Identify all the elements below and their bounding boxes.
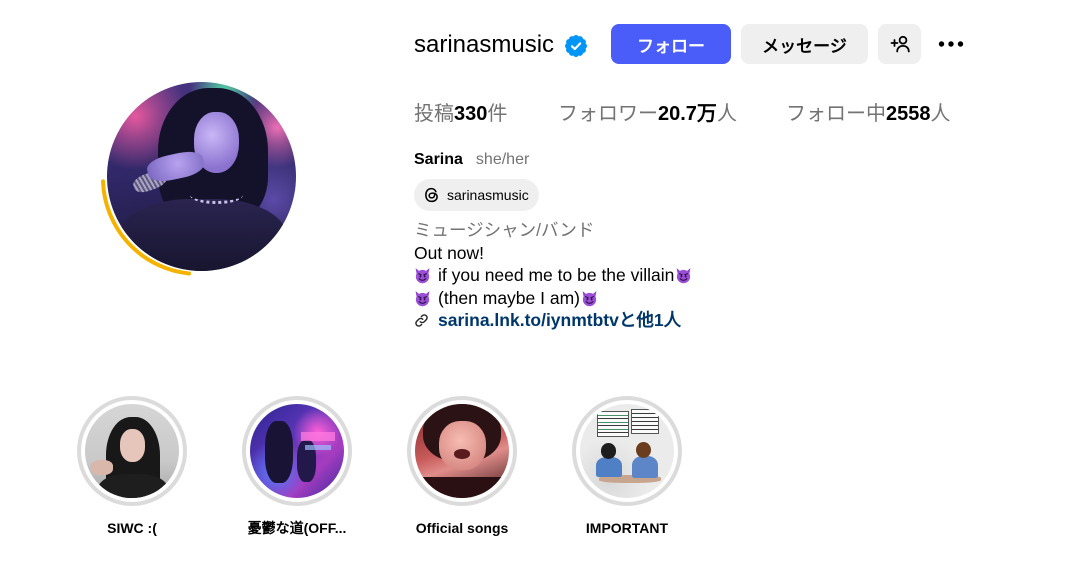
highlight-ring	[77, 396, 187, 506]
stat-label: 投稿	[414, 103, 454, 125]
followers-link[interactable]: フォロワー20.7万人	[558, 101, 737, 127]
pronouns: she/her	[475, 151, 530, 168]
smiling-face-with-horns-icon	[675, 267, 692, 284]
threads-icon	[425, 187, 438, 203]
add-person-icon	[890, 35, 910, 53]
stat-label: フォロー中	[786, 103, 886, 125]
smiling-face-with-horns-icon	[414, 267, 431, 284]
follow-button[interactable]: フォロー	[611, 24, 731, 64]
smiling-face-with-horns-icon	[414, 290, 431, 307]
highlight-label: SIWC :(	[107, 520, 157, 536]
story-highlight[interactable]: 憂鬱な道(OFF...	[242, 396, 352, 541]
cover-image-part	[300, 432, 335, 441]
suggest-accounts-button[interactable]	[878, 24, 921, 64]
bio-link-text: sarina.lnk.to/iynmtbtvと他1人	[438, 310, 682, 330]
profile-avatar[interactable]	[107, 82, 296, 271]
profile-page: sarinasmusic フォロー メッセージ 投稿330件 フォロワー20.7…	[0, 0, 1073, 568]
highlight-ring	[242, 396, 352, 506]
story-highlight[interactable]: Official songs	[407, 396, 517, 541]
highlight-label: IMPORTANT	[585, 520, 669, 536]
cover-image-part	[98, 473, 168, 498]
cover-image-part	[596, 410, 629, 437]
cover-image-part	[415, 477, 509, 498]
stat-value: 2558	[886, 103, 931, 125]
cover-image-part	[631, 455, 658, 479]
following-link[interactable]: フォロー中2558人	[786, 101, 951, 127]
cover-image-part	[595, 456, 623, 478]
stat-value: 20.7万	[658, 103, 717, 125]
bio-text: (then maybe I am)	[438, 287, 580, 308]
link-icon	[415, 313, 428, 327]
name-row: Sarina she/her	[414, 150, 529, 170]
more-options-icon	[938, 41, 964, 47]
threads-handle: sarinasmusic	[447, 187, 529, 203]
bio-line: if you need me to be the villain	[414, 264, 692, 287]
bio-link[interactable]: sarina.lnk.to/iynmtbtvと他1人	[414, 309, 692, 332]
highlight-cover-image	[415, 404, 509, 498]
display-name: Sarina	[414, 151, 463, 168]
highlight-ring	[407, 396, 517, 506]
stat-suffix: 人	[930, 103, 951, 125]
more-options-button[interactable]	[932, 28, 970, 60]
stat-suffix: 件	[487, 103, 508, 125]
stat-suffix: 人	[716, 103, 737, 125]
bio: ミュージシャン/バンド Out now! if you need me to b…	[414, 219, 692, 332]
bio-text: if you need me to be the villain	[438, 265, 675, 285]
cover-image-part	[630, 408, 659, 435]
cover-image-part	[119, 429, 146, 463]
highlight-label: 憂鬱な道(OFF...	[247, 520, 347, 536]
stat-label: フォロワー	[558, 103, 658, 125]
cover-image-part	[454, 449, 470, 459]
cover-image-part	[438, 420, 486, 470]
stat-value: 330	[454, 103, 488, 125]
verified-badge-icon	[565, 35, 587, 57]
highlight-cover-image	[250, 404, 344, 498]
highlight-cover-image	[580, 404, 674, 498]
cover-image-part	[600, 443, 616, 459]
cover-image-part	[304, 445, 331, 451]
highlight-ring	[572, 396, 682, 506]
smiling-face-with-horns-icon	[581, 290, 598, 307]
avatar-photo-part	[190, 186, 244, 205]
bio-line: (then maybe I am)	[414, 287, 692, 310]
bio-line: Out now!	[414, 242, 485, 263]
story-highlight[interactable]: IMPORTANT	[572, 396, 682, 541]
bio-category: ミュージシャン/バンド	[414, 220, 595, 240]
cover-image-part	[636, 441, 652, 458]
cover-image-part	[265, 420, 294, 483]
highlight-cover-image	[85, 404, 179, 498]
cover-image-part	[90, 460, 114, 476]
username: sarinasmusic	[414, 31, 555, 58]
story-highlight[interactable]: SIWC :(	[77, 396, 187, 541]
posts-count: 投稿330件	[414, 101, 507, 127]
avatar-photo-part	[118, 199, 289, 271]
threads-badge[interactable]: sarinasmusic	[414, 179, 539, 211]
highlight-label: Official songs	[415, 520, 509, 536]
message-button[interactable]: メッセージ	[741, 24, 868, 64]
